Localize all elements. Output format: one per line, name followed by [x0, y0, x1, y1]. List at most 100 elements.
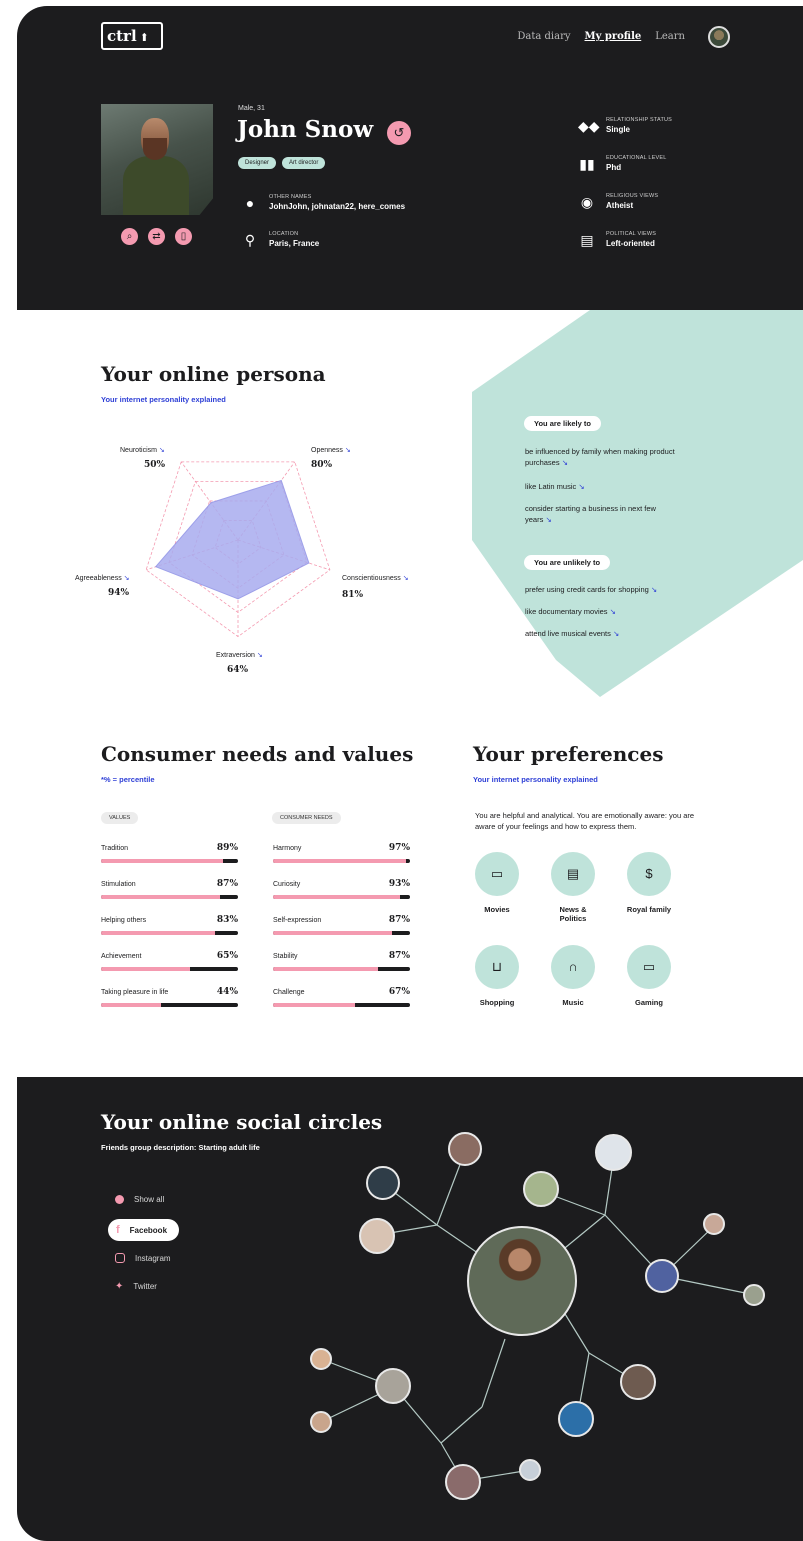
trait-name: Extraversion	[216, 652, 255, 659]
unlikely-item[interactable]: like documentary movies ↘	[525, 606, 690, 617]
profile-page: ctrl ⬆ Data diary My profile Learn ⌕ ⇄ ▯ …	[0, 0, 803, 1541]
pref-label: News & Politics	[559, 905, 587, 923]
main-user-node[interactable]	[467, 1226, 577, 1336]
friend-node[interactable]	[595, 1134, 632, 1171]
bar-track	[273, 859, 410, 863]
pref-music[interactable]: ∩ Music	[538, 945, 608, 1007]
bar-fill	[101, 895, 221, 899]
trait-name: Openness	[311, 447, 343, 454]
consumer-needs-tag: CONSUMER NEEDS	[272, 812, 341, 824]
pref-label: Movies	[484, 905, 510, 914]
friend-node[interactable]	[743, 1284, 765, 1306]
bar-fill	[101, 1003, 162, 1007]
likely-text: like Latin music	[525, 482, 577, 491]
preferences-title: Your preferences	[473, 742, 664, 766]
radar-data-area	[154, 479, 310, 600]
bar-track	[273, 967, 410, 971]
bar-track	[273, 931, 410, 935]
friend-node[interactable]	[703, 1213, 725, 1235]
bar-fill	[273, 967, 379, 971]
radar-label-extraversion[interactable]: Extraversion ↘	[216, 651, 263, 659]
arrow-icon: ↘	[545, 515, 552, 524]
needs-row: Self-expression 87%	[273, 915, 410, 935]
likely-item[interactable]: be influenced by family when making prod…	[525, 446, 690, 468]
needs-subtitle: *% = percentile	[101, 775, 155, 784]
friend-node[interactable]	[359, 1218, 395, 1254]
friend-node[interactable]	[366, 1166, 400, 1200]
bar-track	[101, 967, 238, 971]
arrow-icon: ↘	[256, 652, 263, 659]
values-row: Stimulation 87%	[101, 879, 238, 899]
arrow-icon: ↘	[158, 447, 165, 454]
radar-label-conscientiousness[interactable]: Conscientiousness ↘	[342, 574, 409, 582]
pref-label: Gaming	[635, 998, 663, 1007]
needs-row: Harmony 97%	[273, 843, 410, 863]
friend-node[interactable]	[558, 1401, 594, 1437]
values-row: Tradition 89%	[101, 843, 238, 863]
friend-node[interactable]	[645, 1259, 679, 1293]
preferences-description: You are helpful and analytical. You are …	[475, 811, 695, 831]
pref-shopping[interactable]: ⊔ Shopping	[462, 945, 532, 1007]
likely-item[interactable]: consider starting a business in next few…	[525, 503, 675, 525]
likely-item[interactable]: like Latin music ↘	[525, 481, 690, 492]
arrow-icon: ↘	[344, 447, 351, 454]
radar-label-agreeableness[interactable]: Agreeableness ↘	[75, 574, 130, 582]
video-icon: ▭	[627, 945, 671, 989]
pref-label: Royal family	[626, 905, 672, 914]
values-tag: VALUES	[101, 812, 139, 824]
bar-percent: 97%	[388, 843, 410, 853]
unlikely-text: like documentary movies	[525, 607, 608, 616]
values-row: Achievement 65%	[101, 951, 238, 971]
bar-fill	[101, 967, 191, 971]
unlikely-text: prefer using credit cards for shopping	[525, 585, 649, 594]
bar-fill	[273, 859, 406, 863]
bar-track	[101, 931, 238, 935]
radar-value-agreeableness: 94%	[108, 588, 130, 598]
radar-value-conscientiousness: 81%	[342, 590, 364, 600]
bar-percent: 93%	[388, 879, 410, 889]
bar-percent: 83%	[216, 915, 238, 925]
arrow-icon: ↘	[612, 629, 620, 638]
unlikely-item[interactable]: prefer using credit cards for shopping ↘	[525, 584, 715, 595]
arrow-icon: ↘	[650, 585, 658, 594]
friend-node[interactable]	[519, 1459, 541, 1481]
friend-node[interactable]	[620, 1364, 656, 1400]
arrow-icon: ↘	[561, 458, 568, 467]
radar-label-openness[interactable]: Openness ↘	[311, 446, 351, 454]
needs-row: Stability 87%	[273, 951, 410, 971]
values-row: Helping others 83%	[101, 915, 238, 935]
friend-node[interactable]	[310, 1348, 332, 1370]
unlikely-text: attend live musical events	[525, 629, 611, 638]
bar-percent: 87%	[388, 915, 410, 925]
social-network-graph	[320, 1153, 756, 1482]
bar-percent: 87%	[216, 879, 238, 889]
cart-icon: ⊔	[475, 945, 519, 989]
bar-percent: 67%	[388, 987, 410, 997]
bar-track	[101, 1003, 238, 1007]
social-circles-section: Your online social circles Friends group…	[17, 1077, 803, 1541]
friend-node[interactable]	[445, 1464, 481, 1500]
pref-gaming[interactable]: ▭ Gaming	[614, 945, 684, 1007]
bar-percent: 44%	[216, 987, 238, 997]
unlikely-item[interactable]: attend live musical events ↘	[525, 628, 690, 639]
friend-node[interactable]	[310, 1411, 332, 1433]
trait-name: Agreeableness	[75, 575, 122, 582]
friend-node[interactable]	[523, 1171, 559, 1207]
trait-name: Neuroticism	[120, 447, 157, 454]
bar-track	[273, 895, 410, 899]
pref-news-politics[interactable]: ▤ News & Politics	[538, 852, 608, 923]
pref-movies[interactable]: ▭ Movies	[462, 852, 532, 914]
bar-track	[101, 859, 238, 863]
friend-node[interactable]	[448, 1132, 482, 1166]
arrow-icon: ↘	[578, 482, 585, 491]
radar-label-neuroticism[interactable]: Neuroticism ↘	[120, 446, 165, 454]
news-icon: ▤	[551, 852, 595, 896]
headphones-icon: ∩	[551, 945, 595, 989]
unlikely-pill: You are unlikely to	[524, 555, 611, 570]
bar-percent: 65%	[216, 951, 238, 961]
pref-royal-family[interactable]: $ Royal family	[614, 852, 684, 914]
arrow-icon: ↘	[609, 607, 616, 616]
arrow-icon: ↘	[123, 575, 130, 582]
friend-node[interactable]	[375, 1368, 411, 1404]
video-icon: ▭	[475, 852, 519, 896]
